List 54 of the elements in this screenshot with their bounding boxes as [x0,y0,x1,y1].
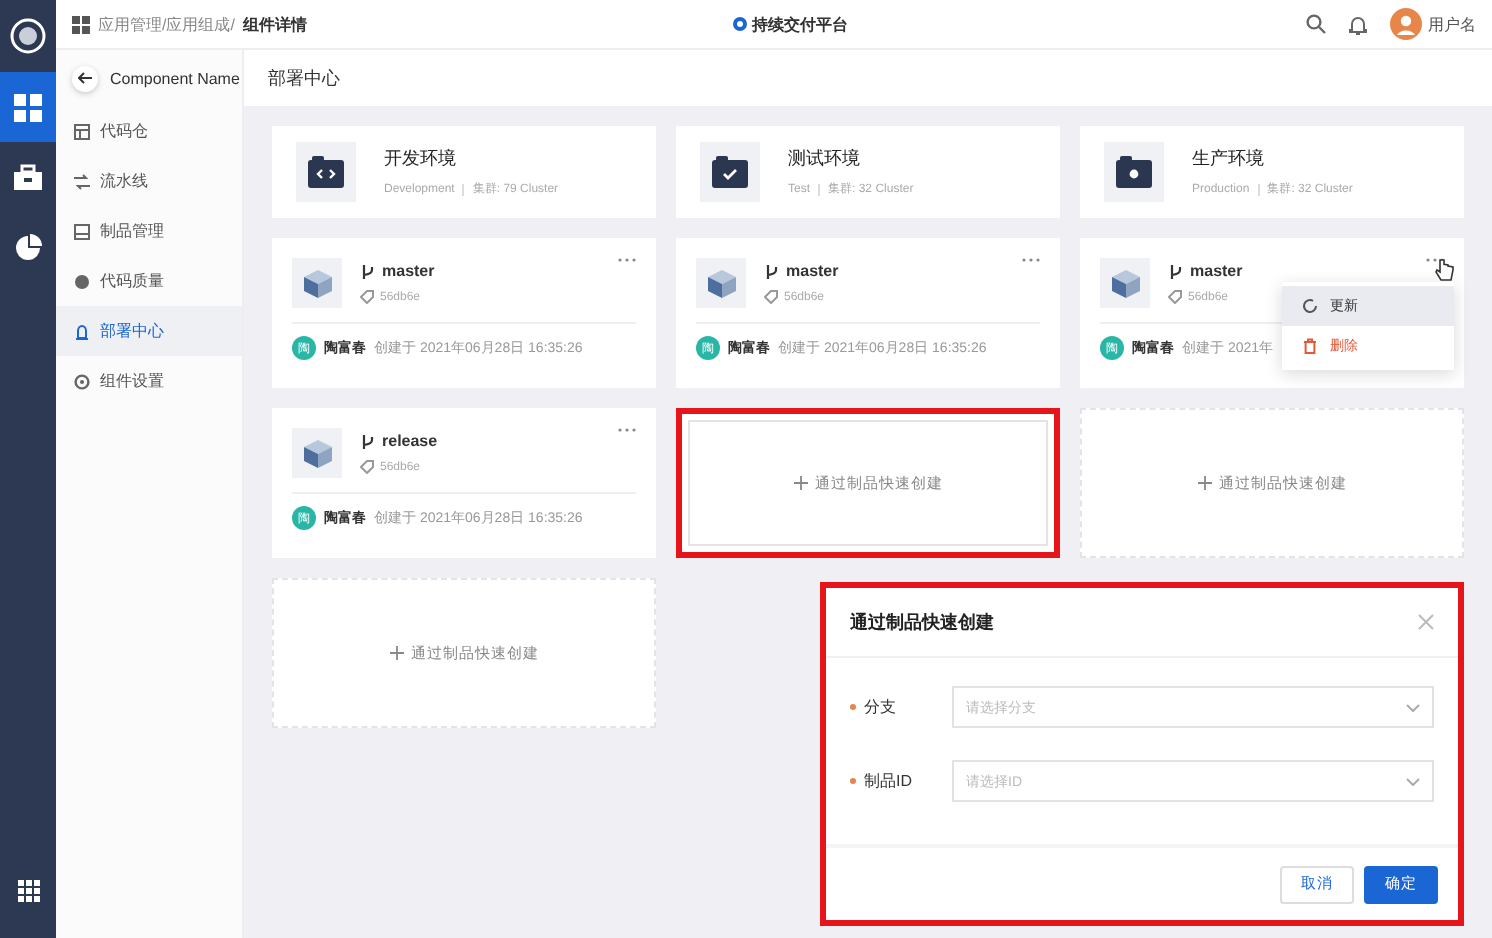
branch-name: master [1190,262,1243,280]
sidebar-item[interactable]: 组件设置 [56,356,242,406]
environment-name: 开发环境 [384,146,458,172]
refresh-icon [1302,298,1318,314]
breadcrumb-current: 组件详情 [242,13,307,35]
arrow-left-icon [78,72,92,84]
branch-icon [360,263,376,279]
section-title: 部署中心 [268,65,340,91]
breadcrumb-link[interactable]: 应用管理/应用组成/ [98,13,235,35]
trash-icon [1302,338,1318,354]
branch-icon [360,433,376,449]
logo-icon [10,18,46,54]
branch-name: release [382,432,438,450]
branch-name: master [786,262,839,280]
search-icon[interactable] [1306,14,1326,34]
settings-icon [74,373,90,389]
check-folder-icon [712,156,748,188]
cube-icon [705,267,737,299]
environment-name: 测试环境 [788,146,862,172]
sidebar-item[interactable]: 制品管理 [56,206,242,256]
branch-icon [764,263,780,279]
plus-icon [1197,476,1211,490]
cube-icon [301,437,333,469]
plus-icon [793,476,807,490]
apps-grid-icon[interactable] [17,880,39,902]
tag-icon [360,290,374,304]
user-name[interactable]: 用户名 [1428,13,1476,35]
chevron-down-icon [1406,703,1420,711]
sidebar-item[interactable]: 部署中心 [56,306,242,356]
sidebar-item[interactable]: 代码仓 [56,106,242,156]
menu-icon[interactable] [72,15,90,33]
bell-icon[interactable] [1348,13,1368,35]
cube-icon [1109,267,1141,299]
dashboard-icon[interactable] [0,72,56,142]
branch-name: master [382,262,435,280]
chevron-down-icon [1406,777,1420,785]
plus-icon [389,646,403,660]
branch-icon [1168,263,1184,279]
tag-icon [764,290,778,304]
field-label: 制品ID [862,770,914,792]
platform-logo-icon [732,16,748,32]
code-folder-icon [308,156,344,188]
back-button[interactable] [72,65,98,91]
sidebar-item[interactable]: 代码质量 [56,256,242,306]
component-name: Component Name [110,69,240,87]
sidebar-item[interactable]: 流水线 [56,156,242,206]
tag-icon [1168,290,1182,304]
dialog-title: 通过制品快速创建 [850,609,994,635]
cube-icon [301,267,333,299]
field-label: 分支 [862,696,898,718]
avatar-icon[interactable] [1390,8,1422,40]
platform-title: 持续交付平台 [752,13,848,35]
environment-name: 生产环境 [1192,146,1266,172]
tag-icon [360,460,374,474]
